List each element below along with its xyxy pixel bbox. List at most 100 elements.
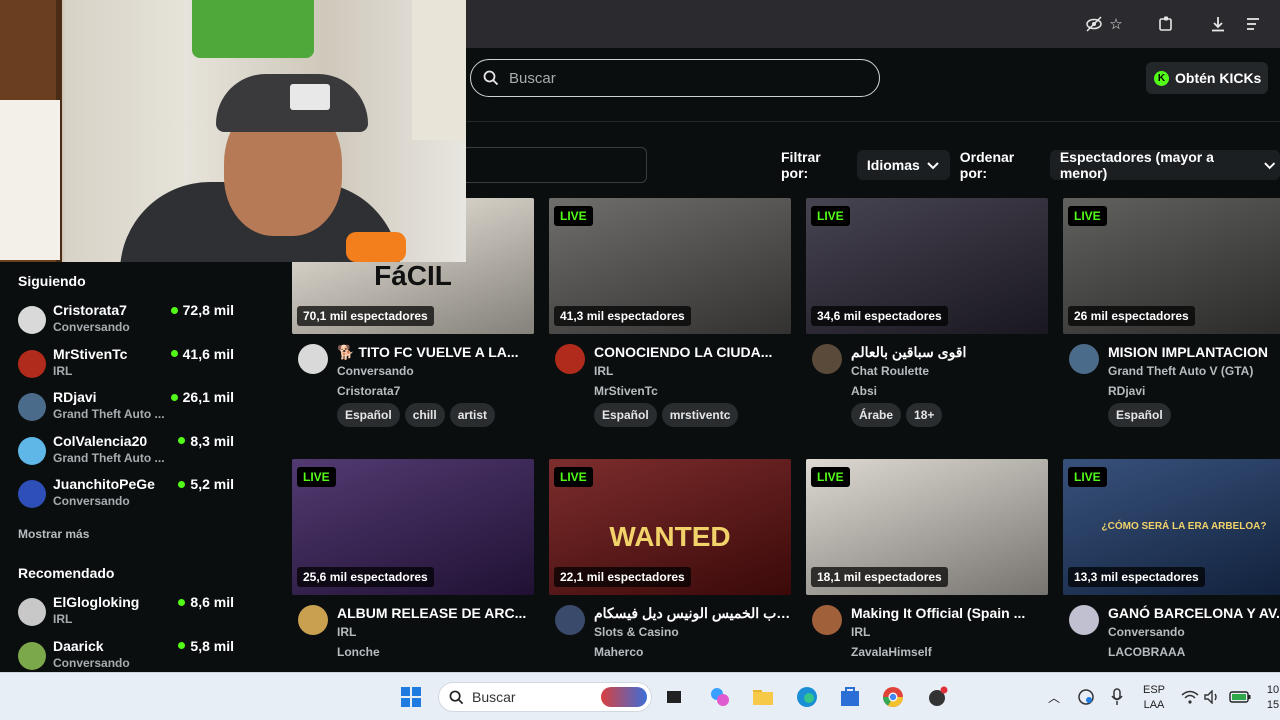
avatar[interactable] (555, 605, 585, 635)
viewer-count-badge: 13,3 mil espectadores (1068, 567, 1205, 587)
sidebar-channel-item[interactable]: Cristorata7 Conversando 72,8 mil (18, 302, 238, 340)
avatar (18, 306, 46, 334)
stream-category[interactable]: Conversando (1108, 625, 1185, 639)
show-more-link[interactable]: Mostrar más (18, 527, 89, 541)
avatar[interactable] (1069, 344, 1099, 374)
stream-username[interactable]: Lonche (337, 645, 380, 659)
extensions-icon[interactable] (1156, 14, 1176, 34)
live-badge: LIVE (297, 467, 336, 487)
stream-username[interactable]: RDjavi (1108, 384, 1145, 398)
get-kicks-button[interactable]: K Obtén KICKs (1146, 62, 1268, 94)
tag-chip[interactable]: artist (449, 403, 496, 427)
stream-category[interactable]: Grand Theft Auto V (GTA) (1108, 364, 1253, 378)
edge-icon[interactable] (795, 685, 819, 709)
volume-icon[interactable] (1200, 685, 1224, 709)
input-language[interactable]: ESP (1138, 684, 1170, 696)
channel-category: Grand Theft Auto ... (53, 407, 165, 421)
avatar (18, 480, 46, 508)
eye-slash-icon[interactable] (1084, 14, 1104, 34)
stream-thumbnail[interactable]: WANTED LIVE 22,1 mil espectadores (549, 459, 791, 595)
stream-thumbnail[interactable]: LIVE 26 mil espectadores (1063, 198, 1280, 334)
sidebar-channel-item[interactable]: Daarick Conversando 5,8 mil (18, 638, 238, 676)
stream-title[interactable]: اقوى سباقين بالعالم (851, 344, 1051, 361)
stream-title[interactable]: MISION IMPLANTACION (1108, 344, 1280, 360)
avatar[interactable] (555, 344, 585, 374)
sidebar-channel-item[interactable]: RDjavi Grand Theft Auto ... 26,1 mil (18, 389, 238, 427)
tag-chip[interactable]: Español (1108, 403, 1171, 427)
taskbar-search-input[interactable]: Buscar (438, 682, 652, 712)
avatar[interactable] (812, 605, 842, 635)
stream-username[interactable]: MrStivenTc (594, 384, 658, 398)
stream-username[interactable]: Absi (851, 384, 877, 398)
avatar[interactable] (298, 605, 328, 635)
stream-thumbnail[interactable]: ¿CÓMO SERÁ LA ERA ARBELOA? LIVE 13,3 mil e… (1063, 459, 1280, 595)
keyboard-layout[interactable]: LAA (1138, 699, 1170, 711)
tag-chip[interactable]: chill (404, 403, 445, 427)
tag-chip[interactable]: 18+ (906, 403, 943, 427)
screen: ☆ Buscar K Obtén KICKs Filtrar por: Idio… (0, 0, 1280, 720)
stream-title[interactable]: GANÓ BARCELONA Y AV... (1108, 605, 1280, 621)
stream-category[interactable]: Slots & Casino (594, 625, 679, 639)
stream-category[interactable]: IRL (594, 364, 613, 378)
stream-title[interactable]: دولاب الخميس الونيس ديل فيسكام (594, 605, 794, 622)
stream-thumbnail[interactable]: LIVE 25,6 mil espectadores (292, 459, 534, 595)
clock-time[interactable]: 10 (1266, 684, 1280, 696)
battery-icon[interactable] (1228, 685, 1252, 709)
microphone-icon[interactable] (1105, 685, 1129, 709)
avatar[interactable] (1069, 605, 1099, 635)
stream-thumbnail[interactable]: LIVE 34,6 mil espectadores (806, 198, 1048, 334)
tag-chip[interactable]: Español (594, 403, 657, 427)
stream-username[interactable]: ZavalaHimself (851, 645, 932, 659)
chrome-icon[interactable] (881, 685, 905, 709)
search-input[interactable]: Buscar (470, 59, 880, 97)
sidebar-channel-item[interactable]: ElGlogloking IRL 8,6 mil (18, 594, 238, 632)
search-icon (483, 70, 499, 86)
sort-dropdown[interactable]: Espectadores (mayor a menor) (1049, 149, 1280, 181)
star-icon[interactable]: ☆ (1106, 14, 1126, 34)
stream-title[interactable]: ALBUM RELEASE DE ARC... (337, 605, 537, 621)
avatar[interactable] (298, 344, 328, 374)
stream-username[interactable]: Cristorata7 (337, 384, 400, 398)
stream-category[interactable]: Chat Roulette (851, 364, 929, 378)
copilot-icon[interactable] (708, 685, 732, 709)
live-badge: LIVE (1068, 467, 1107, 487)
stream-category[interactable]: IRL (337, 625, 356, 639)
stream-title[interactable]: Making It Official (Spain ... (851, 605, 1051, 621)
network-status-icon[interactable] (1074, 685, 1098, 709)
viewer-count: 26,1 mil (170, 389, 234, 405)
stream-title[interactable]: 🐕 TITO FC VUELVE A LA... (337, 344, 537, 361)
chevron-up-icon[interactable]: ︿ (1042, 685, 1066, 709)
viewer-count-badge: 22,1 mil espectadores (554, 567, 691, 587)
language-dropdown[interactable]: Idiomas (856, 150, 950, 180)
stream-category[interactable]: IRL (851, 625, 870, 639)
sidebar-channel-item[interactable]: MrStivenTc IRL 41,6 mil (18, 346, 238, 384)
stream-category[interactable]: Conversando (337, 364, 414, 378)
app-icon[interactable] (925, 685, 949, 709)
category-filter-input[interactable] (466, 147, 647, 183)
tag-chip[interactable]: Español (337, 403, 400, 427)
tab-list-icon[interactable] (1244, 14, 1264, 34)
wifi-icon[interactable] (1178, 685, 1202, 709)
task-view-icon[interactable] (662, 685, 686, 709)
webcam-overlay (0, 0, 466, 262)
tag-chip[interactable]: mrstiventc (661, 403, 739, 427)
download-icon[interactable] (1208, 14, 1228, 34)
avatar[interactable] (812, 344, 842, 374)
stream-title[interactable]: CONOCIENDO LA CIUDA... (594, 344, 794, 360)
webcam-microphone (346, 232, 406, 262)
stream-thumbnail[interactable]: LIVE 41,3 mil espectadores (549, 198, 791, 334)
stream-thumbnail[interactable]: LIVE 18,1 mil espectadores (806, 459, 1048, 595)
channel-name: ElGlogloking (53, 594, 140, 610)
stream-username[interactable]: Maherco (594, 645, 643, 659)
tag-chip[interactable]: Árabe (851, 403, 902, 427)
clock-date[interactable]: 15 (1266, 699, 1280, 711)
webcam-plant (192, 0, 314, 58)
store-icon[interactable] (838, 685, 862, 709)
viewer-count-value: 8,3 mil (190, 432, 234, 449)
file-explorer-icon[interactable] (751, 685, 775, 709)
browser-toolbar: ☆ (466, 0, 1280, 48)
windows-start-icon[interactable] (399, 685, 423, 709)
stream-username[interactable]: LACOBRAAA (1108, 645, 1185, 659)
sidebar-channel-item[interactable]: JuanchitoPeGe Conversando 5,2 mil (18, 476, 238, 514)
sidebar-channel-item[interactable]: ColValencia20 Grand Theft Auto ... 8,3 mil (18, 433, 238, 471)
